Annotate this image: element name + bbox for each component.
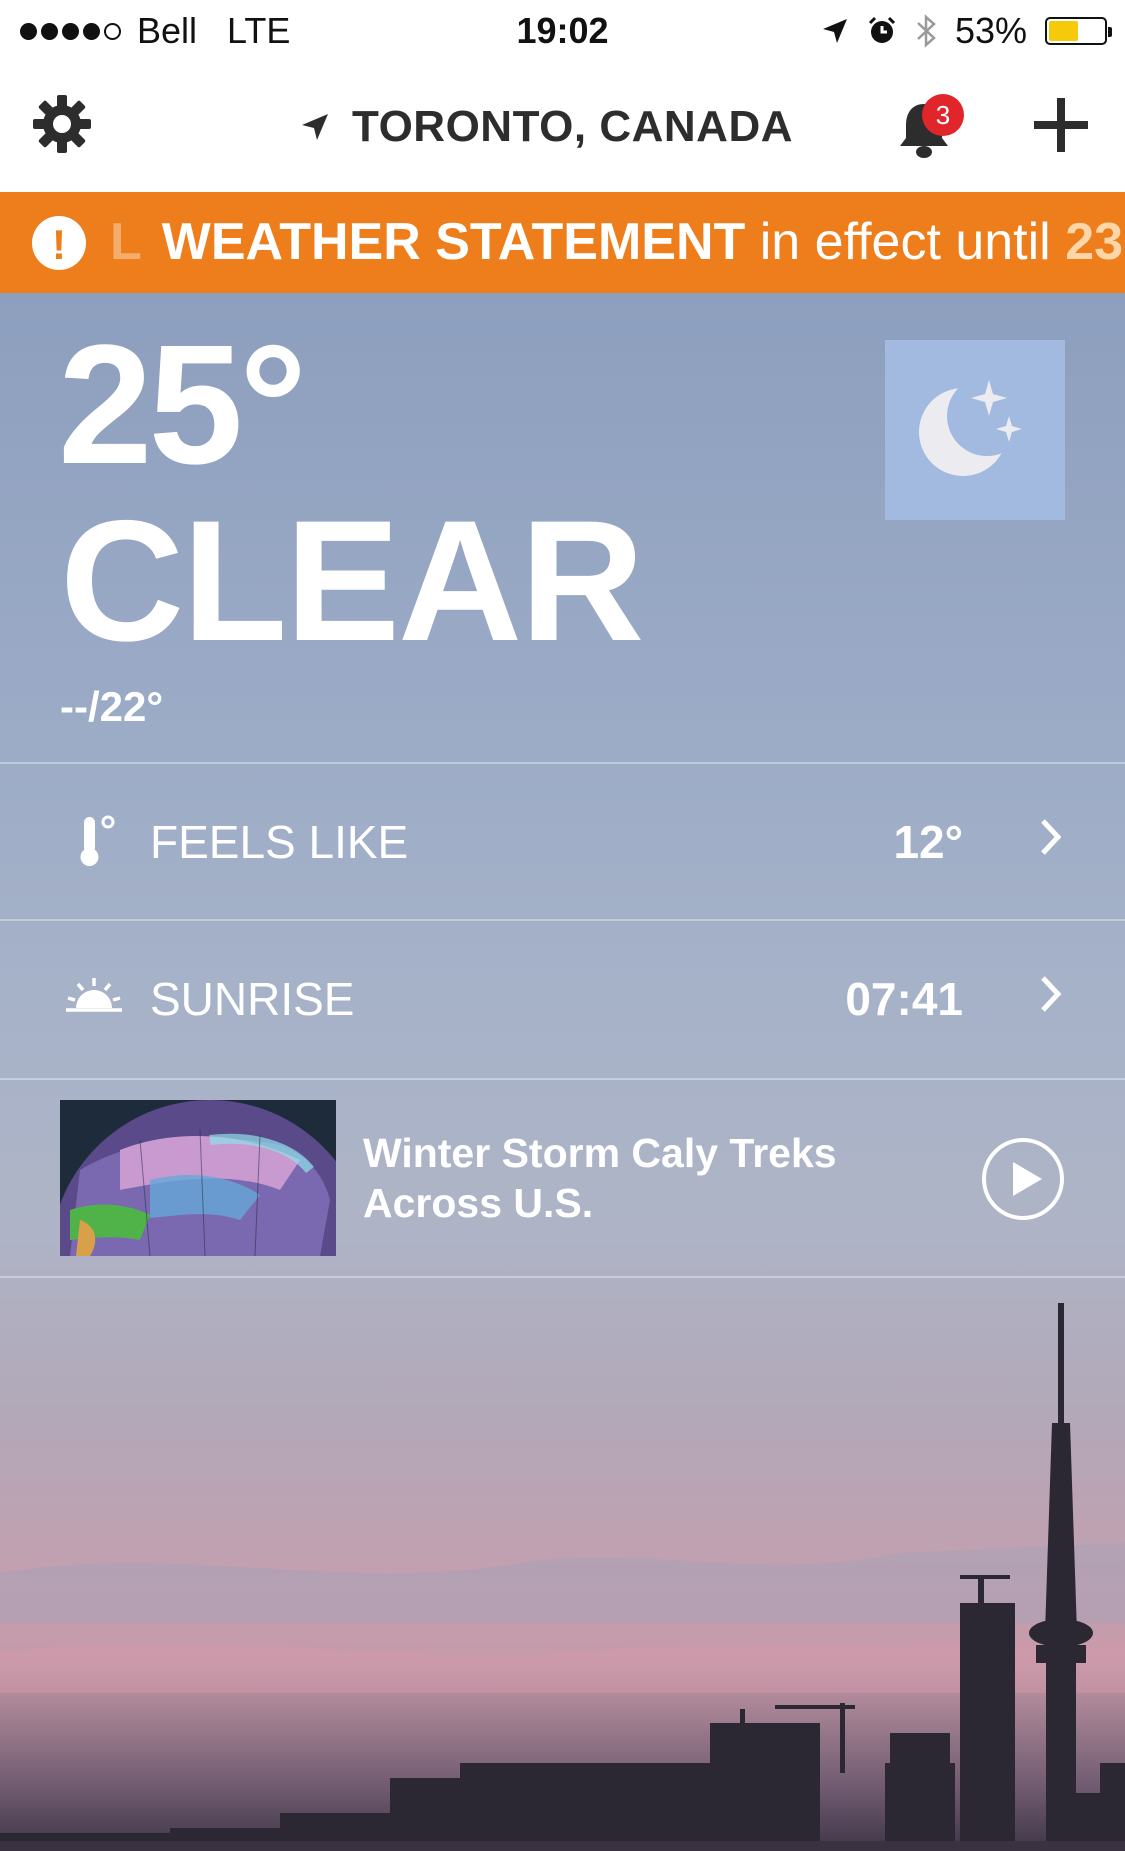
- thermometer-icon: [80, 815, 115, 866]
- play-icon[interactable]: [980, 1136, 1066, 1222]
- alert-until: 23: [1065, 213, 1124, 271]
- weather-alert-banner[interactable]: ! L WEATHER STATEMENT in effect until 23: [0, 192, 1125, 293]
- battery-level: [1049, 21, 1078, 41]
- nav-bar: TORONTO, CANADA 3: [0, 62, 1125, 192]
- location-arrow-icon: [302, 114, 328, 140]
- video-title: Winter Storm Caly Treks Across U.S.: [363, 1130, 837, 1226]
- battery-icon: [1045, 17, 1112, 45]
- location-selector[interactable]: TORONTO, CANADA: [300, 102, 793, 152]
- divider: [0, 1276, 1125, 1278]
- video-card[interactable]: Winter Storm Caly Treks Across U.S.: [0, 1080, 1125, 1276]
- current-temperature: 25°: [58, 310, 307, 500]
- feels-like-value: 12°: [893, 816, 963, 868]
- high-low-temperature: --/22°: [60, 683, 164, 730]
- alert-headline: WEATHER STATEMENT: [161, 213, 746, 271]
- feels-like-row[interactable]: FEELS LIKE 12°: [0, 763, 1125, 919]
- alert-suffix: in effect until: [745, 213, 1066, 271]
- location-name: TORONTO, CANADA: [352, 102, 793, 151]
- sunrise-row[interactable]: SUNRISE 07:41: [0, 920, 1125, 1076]
- plus-icon[interactable]: [1030, 94, 1092, 156]
- status-icons: 53%: [821, 10, 1112, 52]
- city-skyline: [0, 1303, 1125, 1851]
- sunrise-value: 07:41: [845, 973, 963, 1025]
- location-services-icon: [822, 19, 847, 43]
- alarm-icon: [868, 16, 895, 43]
- battery-percent: 53%: [954, 10, 1027, 51]
- notification-badge: 3: [922, 94, 964, 136]
- current-condition: CLEAR: [60, 485, 644, 677]
- bluetooth-icon: [917, 14, 936, 48]
- feels-like-label: FEELS LIKE: [150, 816, 409, 868]
- alert-prefix: L: [110, 213, 142, 271]
- chevron-right-icon: [1041, 976, 1062, 1012]
- chevron-right-icon: [1041, 819, 1062, 855]
- alert-icon: !: [32, 216, 86, 270]
- status-bar: Bell LTE 19:02 53%: [0, 0, 1125, 62]
- clear-night-moon-icon: [885, 340, 1065, 520]
- sunrise-label: SUNRISE: [150, 973, 355, 1025]
- gear-icon[interactable]: [30, 92, 94, 156]
- video-thumbnail: [60, 1100, 336, 1256]
- sunrise-icon: [66, 978, 122, 1012]
- alert-text: L WEATHER STATEMENT in effect until 23: [110, 212, 1123, 272]
